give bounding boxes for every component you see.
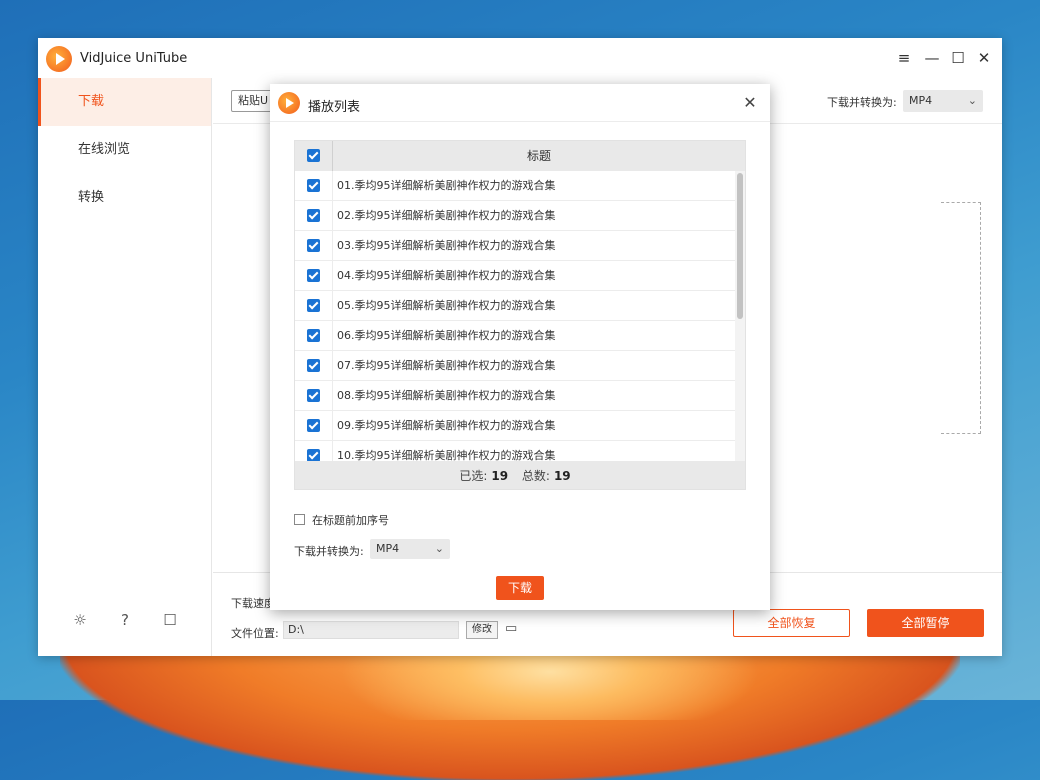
title-bar: VidJuice UniTube ≡ — ☐ ✕ <box>38 38 1002 78</box>
row-checkbox[interactable] <box>307 179 320 192</box>
row-checkbox[interactable] <box>307 329 320 342</box>
app-logo-icon <box>46 46 72 72</box>
row-divider <box>332 411 333 441</box>
row-divider <box>332 231 333 261</box>
close-icon[interactable]: ✕ <box>974 48 994 68</box>
sequence-label: 在标题前加序号 <box>312 514 389 527</box>
row-divider <box>332 291 333 321</box>
table-row[interactable]: 10.季均95详细解析美剧神作权力的游戏合集 <box>295 441 745 461</box>
dialog-logo-icon <box>278 92 300 114</box>
row-title: 10.季均95详细解析美剧神作权力的游戏合集 <box>337 449 556 461</box>
column-title: 标题 <box>526 149 551 163</box>
table-row[interactable]: 01.季均95详细解析美剧神作权力的游戏合集 <box>295 171 745 201</box>
sidebar-item-download[interactable]: 下载 <box>38 78 211 126</box>
row-checkbox[interactable] <box>307 209 320 222</box>
format-select[interactable]: MP4 ⌄ <box>903 90 983 112</box>
table-row[interactable]: 03.季均95详细解析美剧神作权力的游戏合集 <box>295 231 745 261</box>
sidebar-bottom-icons: ☼ ? ☐ <box>70 610 190 630</box>
file-location-field[interactable]: D:\ <box>283 621 459 639</box>
scrollbar-thumb[interactable] <box>737 173 743 319</box>
table-row[interactable]: 06.季均95详细解析美剧神作权力的游戏合集 <box>295 321 745 351</box>
sidebar: 下载 在线浏览 转换 ☼ ? ☐ <box>38 78 212 656</box>
table-row[interactable]: 04.季均95详细解析美剧神作权力的游戏合集 <box>295 261 745 291</box>
table-row[interactable]: 07.季均95详细解析美剧神作权力的游戏合集 <box>295 351 745 381</box>
file-location-label: 文件位置: <box>231 627 279 640</box>
modify-button[interactable]: 修改 <box>466 621 498 639</box>
row-title: 06.季均95详细解析美剧神作权力的游戏合集 <box>337 329 556 342</box>
row-divider <box>332 171 333 201</box>
row-title: 02.季均95详细解析美剧神作权力的游戏合集 <box>337 209 556 222</box>
chevron-down-icon: ⌄ <box>434 542 444 555</box>
chat-icon[interactable]: ☐ <box>160 610 180 630</box>
app-title: VidJuice UniTube <box>80 51 188 66</box>
row-checkbox[interactable] <box>307 239 320 252</box>
drop-area <box>941 202 981 434</box>
menu-icon[interactable]: ≡ <box>894 48 914 68</box>
table-header: 标题 <box>295 141 745 171</box>
sidebar-item-online-browse[interactable]: 在线浏览 <box>38 126 211 174</box>
table-scrollbar[interactable] <box>735 171 745 461</box>
minimize-icon[interactable]: — <box>922 48 942 68</box>
total-label: 总数: <box>521 469 550 483</box>
row-checkbox[interactable] <box>307 359 320 372</box>
row-title: 09.季均95详细解析美剧神作权力的游戏合集 <box>337 419 556 432</box>
playlist-table: 标题 01.季均95详细解析美剧神作权力的游戏合集 02.季均95详细解析美剧神作… <box>294 140 746 490</box>
row-divider <box>332 351 333 381</box>
dialog-close-icon[interactable]: ✕ <box>740 93 760 113</box>
playlist-dialog: 播放列表 ✕ 标题 01.季均95详细解析美剧神作权力的游戏合集 02.季均95详… <box>270 84 770 610</box>
pause-all-button[interactable]: 全部暂停 <box>867 609 984 637</box>
row-title: 08.季均95详细解析美剧神作权力的游戏合集 <box>337 389 556 402</box>
dialog-header: 播放列表 ✕ <box>270 84 770 122</box>
row-checkbox[interactable] <box>307 449 320 461</box>
maximize-icon[interactable]: ☐ <box>948 48 968 68</box>
row-title: 01.季均95详细解析美剧神作权力的游戏合集 <box>337 179 556 192</box>
sequence-checkbox[interactable] <box>294 514 305 525</box>
download-button[interactable]: 下载 <box>496 576 544 600</box>
row-divider <box>332 381 333 411</box>
chevron-down-icon: ⌄ <box>967 94 977 107</box>
table-body: 01.季均95详细解析美剧神作权力的游戏合集 02.季均95详细解析美剧神作权力的… <box>295 171 745 461</box>
row-divider <box>332 261 333 291</box>
dialog-convert-label: 下载并转换为: <box>294 545 364 558</box>
table-row[interactable]: 09.季均95详细解析美剧神作权力的游戏合集 <box>295 411 745 441</box>
select-all-checkbox[interactable] <box>307 149 320 162</box>
convert-label: 下载并转换为: <box>827 96 897 109</box>
row-title: 07.季均95详细解析美剧神作权力的游戏合集 <box>337 359 556 372</box>
table-row[interactable]: 08.季均95详细解析美剧神作权力的游戏合集 <box>295 381 745 411</box>
table-row[interactable]: 02.季均95详细解析美剧神作权力的游戏合集 <box>295 201 745 231</box>
bulb-icon[interactable]: ☼ <box>70 610 90 630</box>
row-title: 03.季均95详细解析美剧神作权力的游戏合集 <box>337 239 556 252</box>
speed-label: 下载速度 <box>231 597 275 610</box>
table-footer: 已选: 19 总数: 19 <box>295 461 745 489</box>
row-checkbox[interactable] <box>307 419 320 432</box>
row-title: 04.季均95详细解析美剧神作权力的游戏合集 <box>337 269 556 282</box>
table-row[interactable]: 05.季均95详细解析美剧神作权力的游戏合集 <box>295 291 745 321</box>
resume-all-button[interactable]: 全部恢复 <box>733 609 850 637</box>
row-checkbox[interactable] <box>307 389 320 402</box>
dialog-format-select[interactable]: MP4 ⌄ <box>370 539 450 559</box>
help-icon[interactable]: ? <box>115 610 135 630</box>
selected-count: 19 <box>491 469 509 483</box>
row-divider <box>332 201 333 231</box>
row-divider <box>332 321 333 351</box>
dialog-title: 播放列表 <box>308 100 361 115</box>
total-count: 19 <box>553 469 571 483</box>
row-checkbox[interactable] <box>307 299 320 312</box>
selected-label: 已选: <box>459 469 488 483</box>
folder-icon[interactable]: ▭ <box>505 621 521 637</box>
row-divider <box>332 441 333 461</box>
row-checkbox[interactable] <box>307 269 320 282</box>
row-title: 05.季均95详细解析美剧神作权力的游戏合集 <box>337 299 556 312</box>
dialog-format-value: MP4 <box>376 542 400 555</box>
format-value: MP4 <box>909 94 933 107</box>
sidebar-item-convert[interactable]: 转换 <box>38 174 211 222</box>
